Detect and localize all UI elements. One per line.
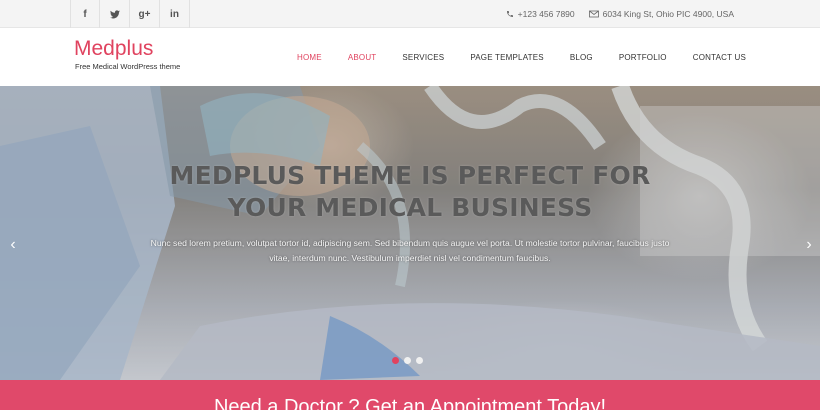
site-logo-title[interactable]: Medplus (74, 37, 153, 61)
nav-about[interactable]: ABOUT (348, 53, 377, 62)
nav-contact-us[interactable]: CONTACT US (693, 53, 746, 62)
contact-info: +123 456 7890 6034 King St, Ohio PIC 490… (506, 0, 734, 28)
nav-blog[interactable]: BLOG (570, 53, 593, 62)
phone-info: +123 456 7890 (506, 9, 575, 19)
social-links: f g+ in (70, 0, 190, 28)
slider-dots (392, 357, 423, 364)
twitter-icon[interactable] (100, 0, 130, 28)
appointment-banner: Need a Doctor ? Get an Appointment Today… (0, 380, 820, 410)
envelope-icon (588, 10, 599, 18)
hero-overlay (0, 86, 820, 380)
hero-description: Nunc sed lorem pretium, volutpat tortor … (150, 238, 670, 263)
nav-services[interactable]: SERVICES (402, 53, 444, 62)
address-text: 6034 King St, Ohio PIC 4900, USA (602, 9, 734, 19)
slider-next-arrow-icon[interactable]: › (802, 236, 816, 254)
site-header: Medplus Free Medical WordPress theme HOM… (0, 28, 820, 86)
address-info: 6034 King St, Ohio PIC 4900, USA (588, 9, 734, 19)
hero-slider: MEDPLUS THEME IS PERFECT FOR YOUR MEDICA… (0, 86, 820, 380)
nav-home[interactable]: HOME (297, 53, 322, 62)
appointment-banner-text[interactable]: Need a Doctor ? Get an Appointment Today… (0, 396, 820, 410)
slider-dot-1[interactable] (392, 357, 399, 364)
facebook-icon[interactable]: f (70, 0, 100, 28)
hero-title: MEDPLUS THEME IS PERFECT FOR YOUR MEDICA… (0, 160, 820, 224)
slider-dot-3[interactable] (416, 357, 423, 364)
slider-prev-arrow-icon[interactable]: ‹ (6, 236, 20, 254)
main-nav: HOME ABOUT SERVICES PAGE TEMPLATES BLOG … (271, 28, 746, 86)
phone-number: +123 456 7890 (517, 9, 575, 19)
slider-dot-2[interactable] (404, 357, 411, 364)
phone-icon (506, 10, 514, 18)
hero-title-line1: MEDPLUS THEME IS PERFECT FOR (169, 161, 651, 190)
linkedin-icon[interactable]: in (160, 0, 190, 28)
site-tagline: Free Medical WordPress theme (75, 62, 181, 71)
nav-page-templates[interactable]: PAGE TEMPLATES (470, 53, 544, 62)
top-bar: f g+ in +123 456 7890 6034 King St, Ohio… (0, 0, 820, 28)
google-plus-icon[interactable]: g+ (130, 0, 160, 28)
nav-portfolio[interactable]: PORTFOLIO (619, 53, 667, 62)
hero-title-line2: YOUR MEDICAL BUSINESS (227, 193, 593, 222)
